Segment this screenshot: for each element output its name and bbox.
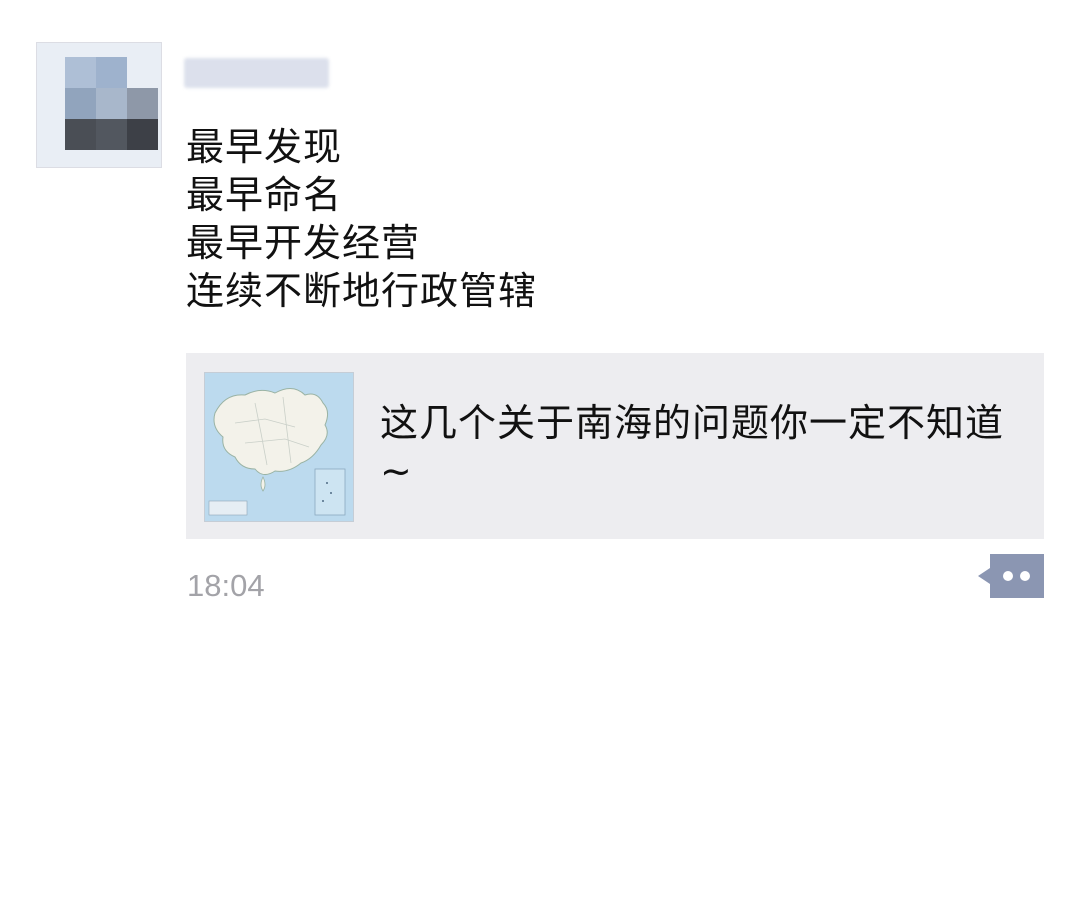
username-blurred[interactable] bbox=[184, 58, 329, 88]
post-line: 最早命名 bbox=[186, 173, 343, 217]
post-text: 最早发现 最早命名 最早开发经营 连续不断地行政管辖 bbox=[186, 123, 537, 315]
post-timestamp: 18:04 bbox=[187, 568, 265, 603]
post-line: 连续不断地行政管辖 bbox=[186, 269, 538, 313]
post-line: 最早发现 bbox=[186, 125, 343, 169]
comment-more-icon bbox=[978, 554, 1044, 598]
china-map-thumbnail bbox=[204, 372, 354, 522]
link-card-title: 这几个关于南海的问题你一定不知道~ bbox=[380, 401, 1005, 493]
avatar[interactable] bbox=[36, 42, 162, 168]
shared-link-card[interactable]: 这几个关于南海的问题你一定不知道~ bbox=[186, 353, 1044, 539]
comment-more-button[interactable] bbox=[978, 554, 1044, 598]
post-line: 最早开发经营 bbox=[186, 221, 421, 265]
